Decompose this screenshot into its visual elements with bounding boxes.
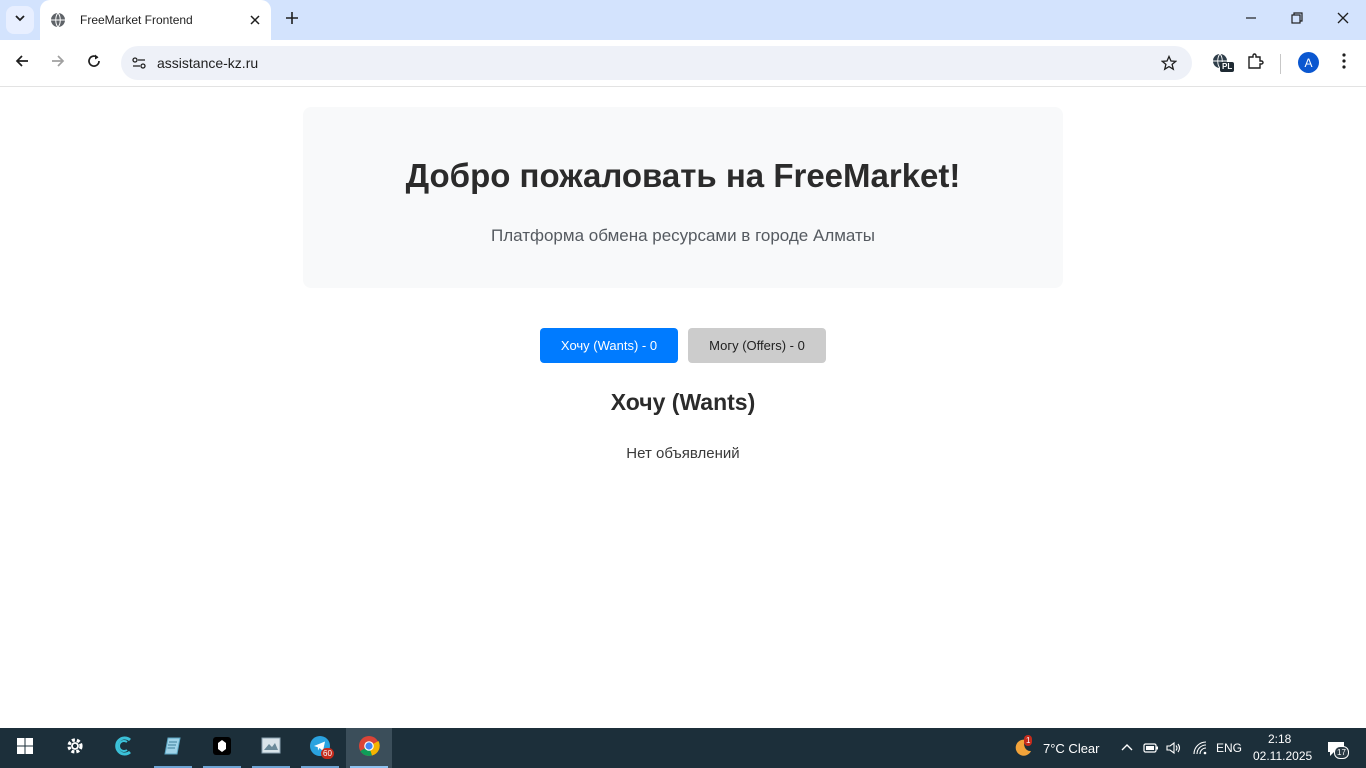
page-title: Добро пожаловать на FreeMarket! bbox=[405, 157, 961, 194]
tab-offers[interactable]: Могу (Offers) - 0 bbox=[688, 328, 826, 363]
taskbar-chrome[interactable] bbox=[346, 728, 392, 768]
chrome-icon bbox=[358, 735, 380, 762]
weather-moon-icon[interactable]: 1 bbox=[1013, 735, 1033, 758]
wifi-icon[interactable] bbox=[1192, 740, 1208, 756]
reload-button[interactable] bbox=[80, 49, 108, 77]
taskbar: 60 1 7°C Clear ENG 2:18 02.11.2025 17 bbox=[0, 728, 1366, 768]
windows-start-icon bbox=[16, 737, 34, 760]
notifications-badge: 17 bbox=[1334, 746, 1349, 759]
tab-title: FreeMarket Frontend bbox=[80, 13, 193, 27]
taskbar-telegram[interactable]: 60 bbox=[297, 728, 343, 768]
empty-state-text: Нет объявлений bbox=[626, 445, 740, 462]
telegram-badge: 60 bbox=[321, 747, 334, 759]
toolbar-divider bbox=[1280, 54, 1281, 74]
browser-toolbar: assistance-kz.ru PL A bbox=[0, 40, 1366, 87]
page-content: Добро пожаловать на FreeMarket! Платформ… bbox=[0, 87, 1366, 728]
browser-tab-strip: FreeMarket Frontend bbox=[0, 0, 1366, 40]
battery-icon[interactable] bbox=[1143, 740, 1159, 756]
taskbar-app-c[interactable] bbox=[101, 728, 147, 768]
page-subtitle: Платформа обмена ресурсами в городе Алма… bbox=[490, 226, 876, 245]
close-window-button[interactable] bbox=[1320, 0, 1366, 40]
hero-banner: Добро пожаловать на FreeMarket! Платформ… bbox=[303, 107, 1063, 288]
taskbar-notepad[interactable] bbox=[150, 728, 196, 768]
back-button[interactable] bbox=[8, 49, 36, 77]
extension-badge: PL bbox=[1220, 61, 1235, 72]
profile-avatar[interactable]: A bbox=[1298, 52, 1319, 73]
puzzle-icon bbox=[1246, 52, 1264, 75]
browser-tab[interactable]: FreeMarket Frontend bbox=[40, 0, 271, 40]
minimize-icon bbox=[1245, 11, 1257, 29]
taskbar-terminal[interactable] bbox=[199, 728, 245, 768]
close-icon bbox=[1337, 11, 1349, 29]
app-c-icon bbox=[113, 735, 135, 762]
globe-icon bbox=[50, 12, 66, 28]
photos-icon bbox=[260, 736, 282, 761]
more-vertical-icon bbox=[1342, 52, 1346, 74]
telegram-icon: 60 bbox=[309, 735, 334, 762]
chevron-down-icon bbox=[14, 11, 26, 29]
url-text[interactable]: assistance-kz.ru bbox=[157, 55, 258, 71]
clock-date[interactable]: 02.11.2025 bbox=[1253, 749, 1312, 763]
tab-wants[interactable]: Хочу (Wants) - 0 bbox=[540, 328, 678, 363]
language-indicator[interactable]: ENG bbox=[1216, 741, 1242, 755]
extension-button[interactable]: PL bbox=[1206, 49, 1235, 77]
bookmark-star-icon[interactable] bbox=[1160, 54, 1178, 72]
weather-text[interactable]: 7°C Clear bbox=[1043, 741, 1100, 756]
extensions-menu-button[interactable] bbox=[1241, 49, 1269, 77]
new-tab-button[interactable] bbox=[280, 8, 304, 32]
taskbar-photos[interactable] bbox=[248, 728, 294, 768]
clock-time[interactable]: 2:18 bbox=[1268, 732, 1291, 746]
volume-icon[interactable] bbox=[1166, 740, 1182, 756]
browser-menu-button[interactable] bbox=[1330, 49, 1358, 77]
site-info-icon[interactable] bbox=[127, 51, 151, 75]
arrow-right-icon bbox=[50, 53, 66, 74]
tab-search-button[interactable] bbox=[6, 6, 34, 34]
forward-button[interactable] bbox=[44, 49, 72, 77]
weather-badge: 1 bbox=[1024, 735, 1033, 746]
notifications-button[interactable]: 17 bbox=[1325, 738, 1349, 760]
start-button[interactable] bbox=[2, 728, 48, 768]
restore-button[interactable] bbox=[1274, 0, 1320, 40]
minimize-button[interactable] bbox=[1228, 0, 1274, 40]
settings-icon bbox=[65, 736, 85, 761]
globe-extension-icon: PL bbox=[1211, 52, 1235, 75]
arrow-left-icon bbox=[14, 53, 30, 74]
close-tab-icon[interactable] bbox=[247, 12, 263, 28]
section-title: Хочу (Wants) bbox=[610, 389, 756, 415]
chevron-up-icon[interactable] bbox=[1119, 740, 1135, 756]
address-bar[interactable]: assistance-kz.ru bbox=[121, 46, 1192, 80]
restore-icon bbox=[1291, 11, 1303, 29]
taskbar-settings[interactable] bbox=[52, 728, 98, 768]
notepad-icon bbox=[163, 736, 183, 761]
reload-icon bbox=[86, 53, 102, 74]
terminal-icon bbox=[212, 736, 232, 761]
plus-icon bbox=[285, 11, 299, 30]
